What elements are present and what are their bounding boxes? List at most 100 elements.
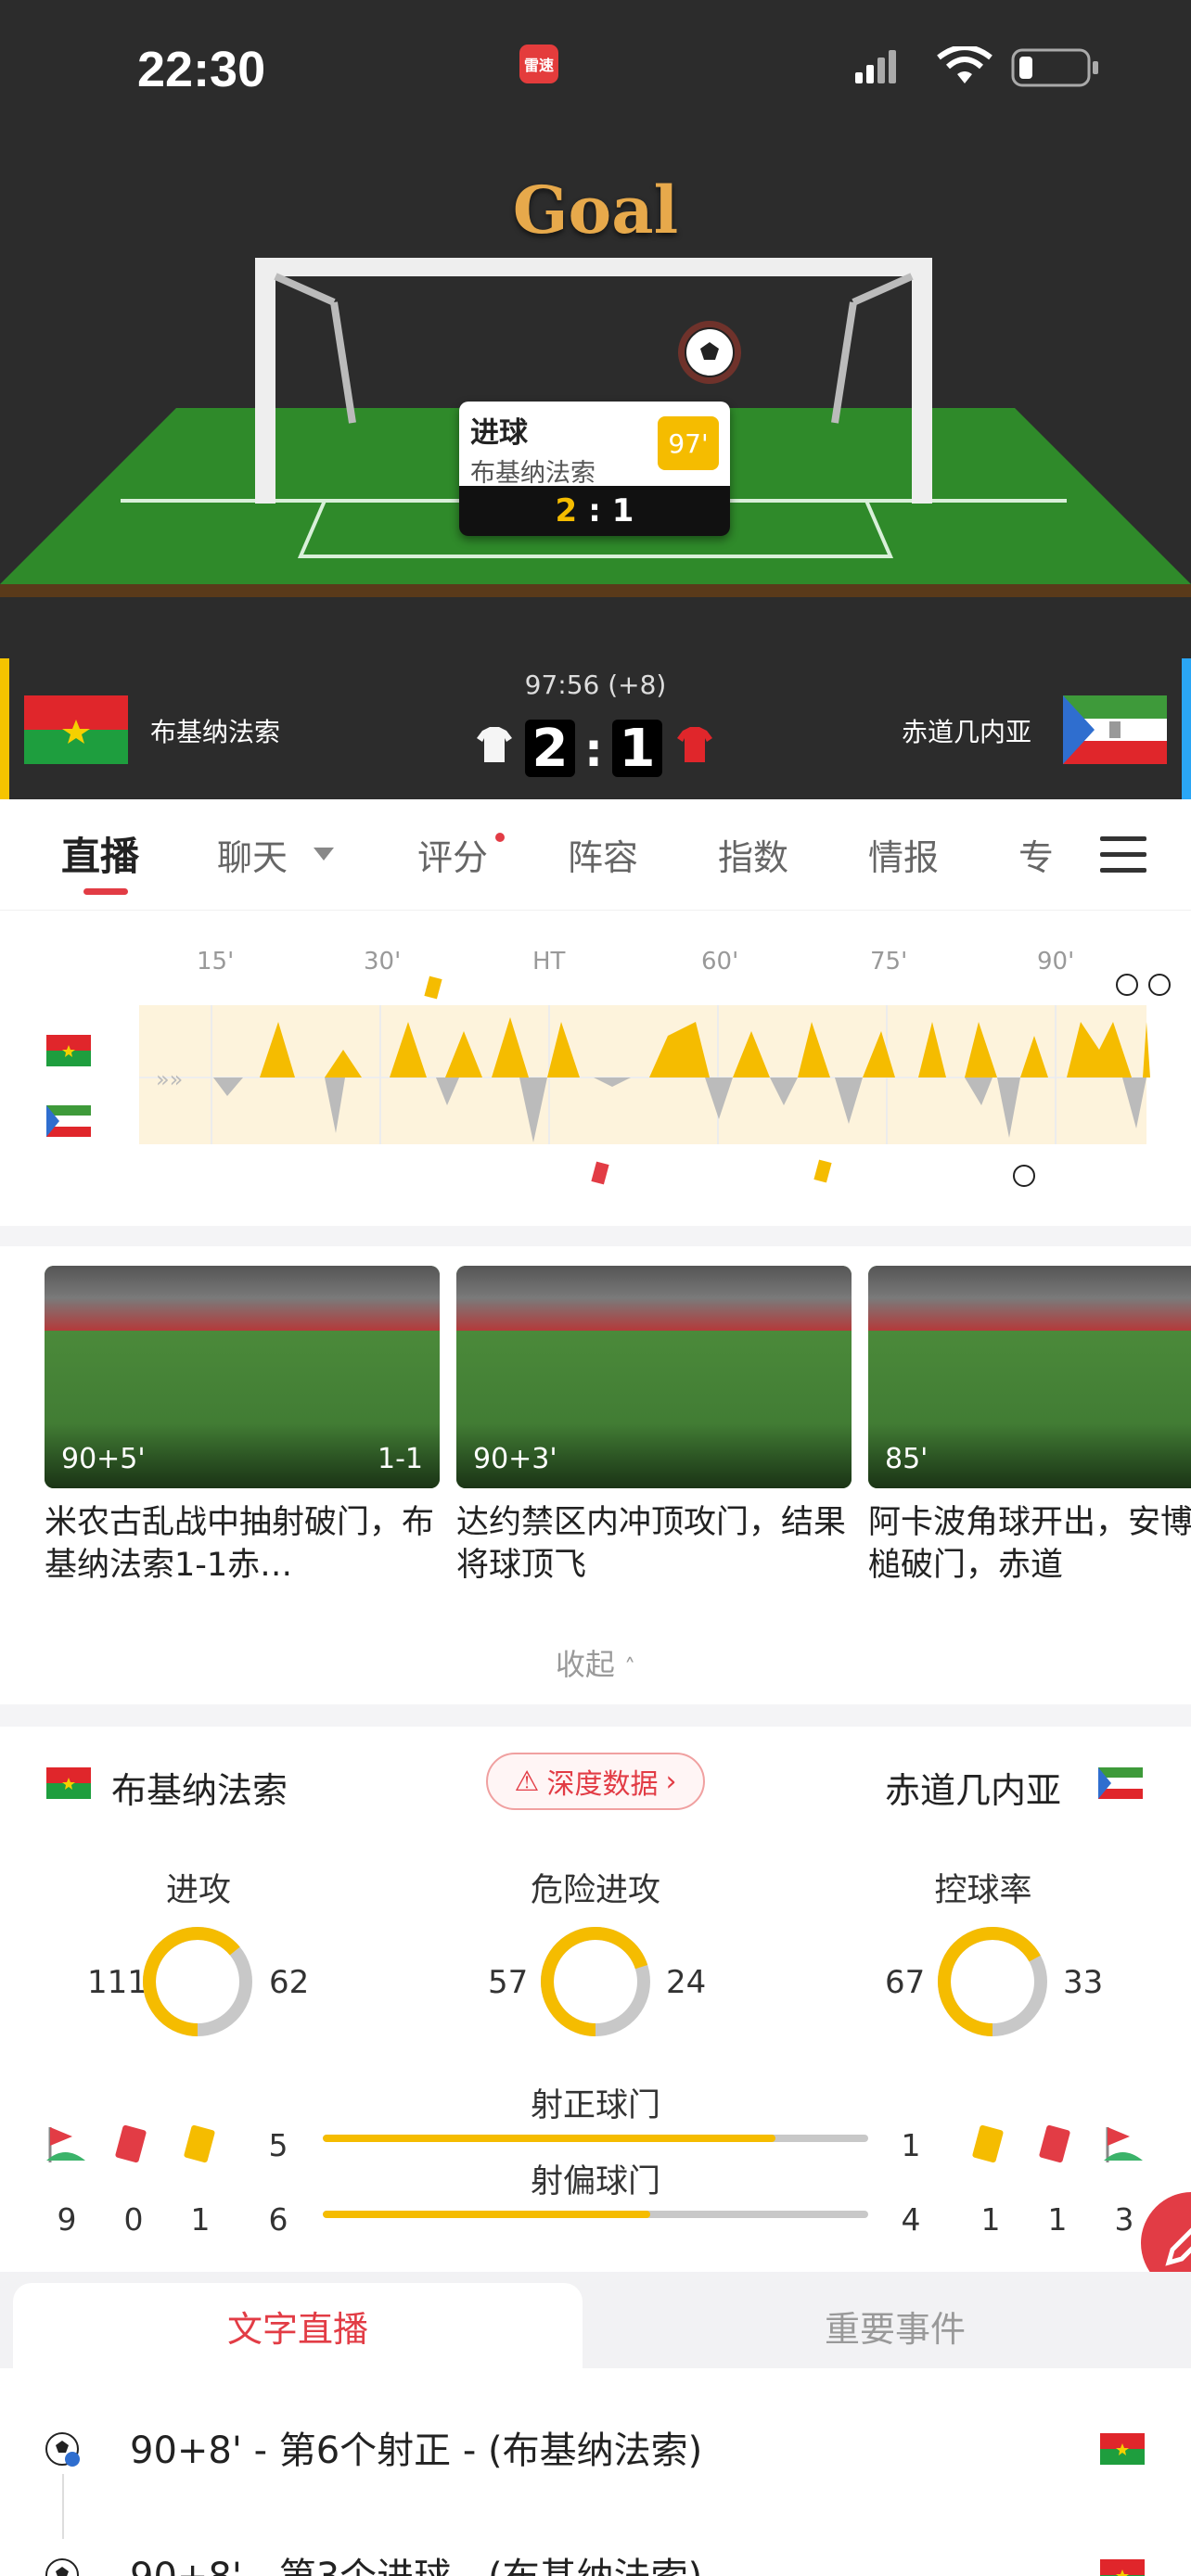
feed-item: 90+8' - 第6个射正 - (布基纳法索): [0, 2396, 1191, 2498]
video-minute: 90+3': [473, 1443, 557, 1475]
video-minute: 90+5': [61, 1443, 146, 1475]
donut-away-value: 62: [269, 1964, 310, 2001]
video-score: 1-1: [378, 1443, 423, 1475]
away-score: 1: [612, 719, 662, 779]
donut-title: 控球率: [934, 1872, 1032, 1909]
away-yellow-count: 1: [980, 2201, 1001, 2238]
away-corners-count: 3: [1114, 2201, 1134, 2238]
away-team-name[interactable]: 赤道几内亚: [902, 712, 1031, 749]
video-title[interactable]: 阿卡波角球开出，安博赫头槌破门，赤道: [868, 1501, 1191, 1587]
tab-lineup[interactable]: 阵容: [568, 829, 638, 880]
feed-text: 90+8' - 第6个射正 - (布基纳法索): [130, 2429, 703, 2472]
tab-key-events[interactable]: 重要事件: [612, 2283, 1178, 2368]
donut-away-value: 24: [666, 1964, 707, 2001]
bar-fill: [323, 2135, 776, 2142]
tab-rating[interactable]: 评分: [417, 829, 488, 880]
match-momentum-timeline[interactable]: 15' 30' HT 60' 75' 90' »»: [0, 911, 1191, 1226]
status-time: 22:30: [137, 42, 266, 97]
donut-title: 进攻: [165, 1872, 231, 1909]
away-red-count: 1: [1047, 2201, 1068, 2238]
tab-text-live[interactable]: 文字直播: [13, 2283, 583, 2368]
chevron-down-icon[interactable]: [312, 846, 336, 862]
section-separator: [0, 1704, 1191, 1727]
equatorial-guinea-flag-icon: [1063, 695, 1167, 764]
away-flag-icon: [1098, 1767, 1143, 1799]
video-card[interactable]: 90+5' 1-1 米农古乱战中抽射破门，布基纳法索1-1赤…: [45, 1266, 440, 1587]
menu-icon[interactable]: [1100, 835, 1150, 875]
collapse-label: 收起: [555, 1647, 615, 1682]
video-card[interactable]: 85' 阿卡波角球开出，安博赫头槌破门，赤道: [868, 1266, 1191, 1587]
wifi-icon: [937, 46, 992, 83]
collapse-button[interactable]: 收起 ˄: [0, 1641, 1191, 1684]
deep-data-button[interactable]: ⚠ 深度数据 ›: [486, 1753, 705, 1810]
shot-on-target-icon: [45, 2432, 80, 2467]
match-clock: 97:56 (+8): [524, 670, 667, 700]
donut-home-value: 57: [488, 1964, 529, 2001]
video-minute: 85': [885, 1443, 928, 1475]
bar-fill: [323, 2211, 650, 2218]
home-flag-icon: [1100, 2559, 1145, 2576]
home-corners-count: 9: [57, 2201, 77, 2238]
home-red-count: 0: [123, 2201, 144, 2238]
video-card[interactable]: 90+3' 达约禁区内冲顶攻门，结果将球顶飞: [456, 1266, 852, 1587]
app-badge-icon: 雷速: [519, 45, 558, 83]
score-separator: :: [584, 723, 603, 777]
rating-notification-dot: [495, 833, 505, 842]
home-flag-icon: [46, 1767, 91, 1799]
video-title[interactable]: 米农古乱战中抽射破门，布基纳法索1-1赤…: [45, 1501, 440, 1587]
away-jersey-icon: [677, 727, 712, 762]
home-team-name[interactable]: 布基纳法索: [150, 712, 280, 749]
bar-away-value: 4: [901, 2201, 921, 2238]
dangerous-attack-donut-chart: [541, 1927, 650, 2036]
video-thumbnail[interactable]: 90+3': [456, 1266, 852, 1488]
deep-data-label: 深度数据: [546, 1768, 659, 1801]
live-tabs: 文字直播 重要事件: [0, 2272, 1191, 2368]
goal-animation-hero: 22:30 雷速 Goal 进球 布基纳法索 97' 2: 1: [0, 0, 1191, 658]
goal-ball-icon: [45, 2558, 79, 2576]
donut-home-value: 67: [885, 1964, 926, 2001]
edit-icon: [1165, 2227, 1191, 2266]
bar-title: 射正球门: [530, 2087, 660, 2124]
bar-title: 射偏球门: [530, 2163, 660, 2200]
battery-icon: [1011, 48, 1098, 87]
score-bar[interactable]: 布基纳法索 97:56 (+8) 2 : 1 赤道几内亚: [0, 658, 1191, 799]
goal-score-home: 2: [555, 492, 578, 529]
warning-icon: ⚠: [514, 1765, 540, 1798]
home-score: 2: [525, 719, 575, 779]
goal-score-away: 1: [611, 492, 634, 529]
tab-chat[interactable]: 聊天: [217, 829, 288, 880]
burkina-faso-flag-icon: [24, 695, 128, 764]
svg-text:»»: »»: [156, 1066, 183, 1092]
video-thumbnail[interactable]: 90+5' 1-1: [45, 1266, 440, 1488]
possession-donut-chart: [938, 1927, 1047, 2036]
match-page: 22:30 雷速 Goal 进球 布基纳法索 97' 2: 1 布基纳法索 9…: [0, 0, 1191, 2576]
donut-title: 危险进攻: [530, 1872, 660, 1909]
tab-odds[interactable]: 指数: [718, 829, 788, 880]
section-separator: [0, 1226, 1191, 1246]
shots-on-target-bar: [323, 2135, 868, 2142]
feed-item: 90+8' - 第3个进球 - (布基纳法索): [0, 2522, 1191, 2576]
tab-special[interactable]: 专: [1018, 829, 1067, 875]
video-thumbnail[interactable]: 85': [868, 1266, 1191, 1488]
tab-live[interactable]: 直播: [61, 825, 139, 882]
chevron-up-icon: ˄: [624, 1654, 636, 1680]
feed-text: 90+8' - 第3个进球 - (布基纳法索): [130, 2546, 702, 2576]
main-tabs: 直播 聊天 评分 阵容 指数 情报 专: [0, 799, 1191, 911]
video-title[interactable]: 达约禁区内冲顶攻门，结果将球顶飞: [456, 1501, 852, 1587]
stats-away-team: 赤道几内亚: [885, 1770, 1062, 1811]
stats-home-team: 布基纳法索: [111, 1770, 288, 1811]
shots-off-target-bar: [323, 2211, 868, 2218]
momentum-chart: »»: [139, 974, 1171, 1187]
goal-event-card: 进球 布基纳法索 97' 2 : 1: [459, 402, 730, 536]
bar-home-value: 6: [268, 2201, 288, 2238]
active-tab-underline: [83, 888, 128, 895]
home-flag-icon: [1100, 2433, 1145, 2465]
donut-away-value: 33: [1063, 1964, 1104, 2001]
stats-section: 布基纳法索 ⚠ 深度数据 › 赤道几内亚 进攻 1 1 1 62 危险进攻 57 2…: [0, 1727, 1191, 2272]
goal-event-minute: 97': [658, 416, 719, 470]
home-yellow-count: 1: [190, 2201, 211, 2238]
chevron-right-icon: ›: [665, 1765, 677, 1798]
soccer-ball-icon: [678, 321, 741, 384]
goal-title: Goal: [512, 172, 679, 249]
tab-intel[interactable]: 情报: [868, 829, 939, 880]
